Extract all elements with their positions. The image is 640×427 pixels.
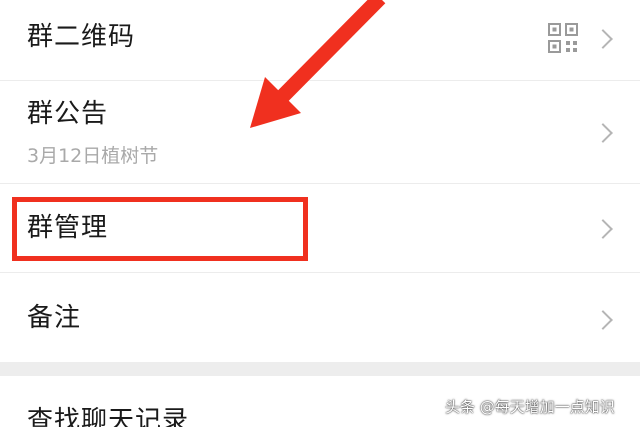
qr-code-icon (548, 23, 578, 53)
remark-label: 备注 (27, 303, 82, 333)
chevron-right-icon (593, 29, 613, 49)
annotation-highlight-box (12, 197, 308, 261)
search-chat-history-label: 查找聊天记录 (27, 406, 190, 427)
chevron-right-icon (593, 310, 613, 330)
group-announcement-row[interactable]: 群公告 3月12日植树节 (0, 81, 640, 183)
group-announcement-label: 群公告 (27, 99, 109, 129)
group-announcement-preview: 3月12日植树节 (27, 145, 159, 167)
chevron-right-icon (593, 123, 613, 143)
section-separator (0, 362, 640, 376)
group-qr-code-label: 群二维码 (27, 22, 136, 52)
group-qr-code-row[interactable]: 群二维码 (0, 0, 640, 80)
watermark-text: 头条 @每天增加一点知识 (445, 398, 615, 416)
chevron-right-icon (593, 219, 613, 239)
remark-row[interactable]: 备注 (0, 273, 640, 362)
